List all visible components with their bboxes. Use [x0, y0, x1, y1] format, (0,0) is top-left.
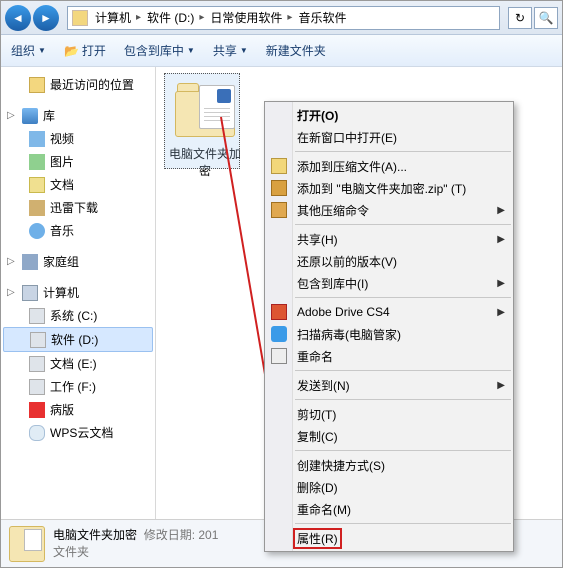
breadcrumb[interactable]: 日常使用软件: [207, 9, 295, 26]
sidebar-item-wps[interactable]: WPS云文档: [1, 421, 155, 444]
breadcrumb[interactable]: 软件 (D:): [144, 9, 207, 26]
sidebar-item-drive-f[interactable]: 工作 (F:): [1, 375, 155, 398]
folder-icon: [72, 10, 88, 26]
zip-icon: [271, 180, 287, 196]
ctx-share[interactable]: 共享(H)▶: [265, 228, 513, 250]
ctx-include-library[interactable]: 包含到库中(I)▶: [265, 272, 513, 294]
ctx-add-archive[interactable]: 添加到压缩文件(A)...: [265, 155, 513, 177]
ctx-send-to[interactable]: 发送到(N)▶: [265, 374, 513, 396]
sidebar-item-homegroup[interactable]: ▷家庭组: [1, 250, 155, 273]
new-folder-button[interactable]: 新建文件夹: [266, 42, 326, 59]
ctx-copy[interactable]: 复制(C): [265, 425, 513, 447]
sidebar-item-documents[interactable]: 文档: [1, 173, 155, 196]
sidebar-item-computer[interactable]: ▷计算机: [1, 281, 155, 304]
ctx-scan-virus[interactable]: 扫描病毒(电脑管家): [265, 323, 513, 345]
ctx-adobe-drive[interactable]: Adobe Drive CS4▶: [265, 301, 513, 323]
include-menu[interactable]: 包含到库中▼: [124, 42, 195, 59]
ctx-rename[interactable]: 重命名(M): [265, 498, 513, 520]
search-button[interactable]: 🔍: [534, 7, 558, 29]
folder-thumbnail-icon: [173, 77, 237, 141]
sidebar-item-recent[interactable]: 最近访问的位置: [1, 73, 155, 96]
separator: [295, 523, 511, 524]
back-button[interactable]: ◄: [5, 5, 31, 31]
separator: [295, 450, 511, 451]
separator: [295, 151, 511, 152]
share-menu[interactable]: 共享▼: [213, 42, 248, 59]
sidebar-item-pictures[interactable]: 图片: [1, 150, 155, 173]
ctx-open-new-window[interactable]: 在新窗口中打开(E): [265, 126, 513, 148]
navigation-pane: 最近访问的位置 ▷库 视频 图片 文档 迅雷下载 音乐 ▷家庭组 ▷计算机 系统…: [1, 67, 156, 519]
breadcrumb[interactable]: 计算机: [92, 9, 144, 26]
separator: [295, 399, 511, 400]
ctx-add-zip[interactable]: 添加到 "电脑文件夹加密.zip" (T): [265, 177, 513, 199]
breadcrumb[interactable]: 音乐软件: [295, 9, 354, 26]
toolbar: 组织▼ 📂打开 包含到库中▼ 共享▼ 新建文件夹: [1, 35, 562, 67]
separator: [295, 297, 511, 298]
navigation-bar: ◄ ► 计算机 软件 (D:) 日常使用软件 音乐软件 ↻ 🔍: [1, 1, 562, 35]
shield-icon: [271, 326, 287, 342]
forward-button[interactable]: ►: [33, 5, 59, 31]
sidebar-item-drive-e[interactable]: 文档 (E:): [1, 352, 155, 375]
context-menu: 打开(O) 在新窗口中打开(E) 添加到压缩文件(A)... 添加到 "电脑文件…: [264, 101, 514, 552]
archive-icon: [271, 158, 287, 174]
ctx-restore-version[interactable]: 还原以前的版本(V): [265, 250, 513, 272]
sidebar-item-video[interactable]: 视频: [1, 127, 155, 150]
sidebar-item-library[interactable]: ▷库: [1, 104, 155, 127]
sidebar-item-redacted[interactable]: 病版: [1, 398, 155, 421]
compress-icon: [271, 202, 287, 218]
ctx-cut[interactable]: 剪切(T): [265, 403, 513, 425]
status-text: 电脑文件夹加密 修改日期: 201 文件夹: [53, 527, 218, 561]
ctx-other-compress[interactable]: 其他压缩命令▶: [265, 199, 513, 221]
status-thumbnail-icon: [9, 526, 45, 562]
adobe-icon: [271, 304, 287, 320]
separator: [295, 370, 511, 371]
sidebar-item-download[interactable]: 迅雷下载: [1, 196, 155, 219]
ctx-delete[interactable]: 删除(D): [265, 476, 513, 498]
ctx-create-shortcut[interactable]: 创建快捷方式(S): [265, 454, 513, 476]
sidebar-item-drive-c[interactable]: 系统 (C:): [1, 304, 155, 327]
ctx-properties[interactable]: 属性(R): [265, 527, 513, 549]
ctx-open[interactable]: 打开(O): [265, 104, 513, 126]
address-bar[interactable]: 计算机 软件 (D:) 日常使用软件 音乐软件: [67, 6, 500, 30]
sidebar-item-music[interactable]: 音乐: [1, 219, 155, 242]
open-button[interactable]: 📂打开: [64, 42, 106, 59]
separator: [295, 224, 511, 225]
rename-icon: [271, 348, 287, 364]
sidebar-item-drive-d[interactable]: 软件 (D:): [3, 327, 153, 352]
refresh-button[interactable]: ↻: [508, 7, 532, 29]
ctx-rename-alt[interactable]: 重命名: [265, 345, 513, 367]
organize-menu[interactable]: 组织▼: [11, 42, 46, 59]
